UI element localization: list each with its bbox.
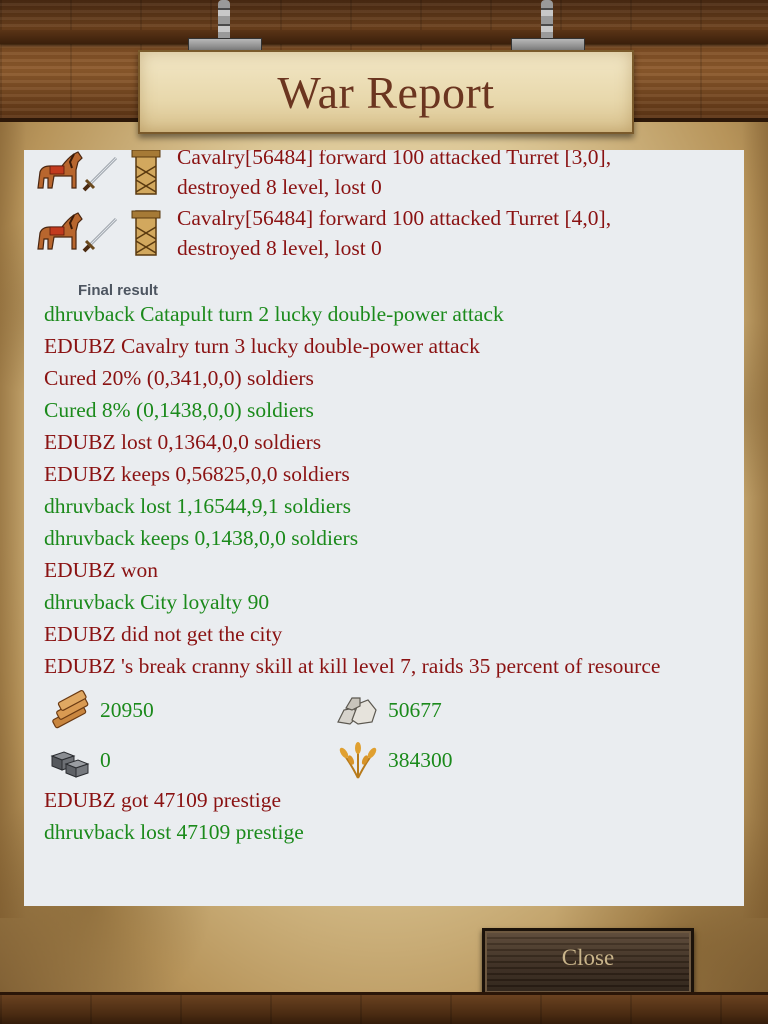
sword-icon: [82, 217, 118, 253]
wood-icon: [52, 690, 89, 729]
horse-icon: [37, 212, 83, 250]
resource-value: 384300: [388, 748, 453, 772]
sword-icon: [82, 156, 118, 192]
right-frame: [742, 118, 768, 918]
wheat-icon: [339, 742, 377, 779]
result-line: EDUBZ Cavalry turn 3 lucky double-power …: [44, 334, 480, 358]
result-line: EDUBZ did not get the city: [44, 622, 283, 646]
result-line: dhruvback City loyalty 90: [44, 590, 270, 614]
battle-icons: [32, 209, 172, 259]
turret-icon: [131, 150, 161, 195]
battle-log-line: destroyed 8 level, lost 0: [177, 236, 382, 260]
resource-value: 20950: [100, 698, 154, 722]
iron-icon: [50, 751, 90, 778]
prestige-line: dhruvback lost 47109 prestige: [44, 820, 304, 844]
battle-log-line: Cavalry[56484] forward 100 attacked Turr…: [177, 206, 612, 230]
close-button[interactable]: Close: [482, 928, 694, 996]
battle-log-text: Cavalry[56484] forward 100 attacked Turr…: [177, 203, 611, 263]
result-line: EDUBZ won: [44, 558, 159, 582]
resource-value: 0: [100, 748, 111, 772]
top-rail: [0, 30, 768, 44]
result-line: Cured 20% (0,341,0,0) soldiers: [44, 366, 314, 390]
battle-icons: [32, 150, 172, 198]
result-line: EDUBZ 's break cranny skill at kill leve…: [44, 654, 661, 678]
battle-log-line: destroyed 8 level, lost 0: [177, 175, 382, 199]
battle-log-text: Cavalry[56484] forward 100 attacked Turr…: [177, 150, 611, 202]
turret-icon: [131, 210, 161, 256]
close-button-label: Close: [561, 945, 615, 970]
result-line: dhruvback lost 1,16544,9,1 soldiers: [44, 494, 351, 518]
left-frame: [0, 118, 26, 918]
battle-log-entry: Cavalry[56484] forward 100 attacked Turr…: [24, 203, 744, 265]
stone-icon: [337, 697, 377, 725]
result-line: dhruvback keeps 0,1438,0,0 soldiers: [44, 526, 359, 550]
result-line: EDUBZ lost 0,1364,0,0 soldiers: [44, 430, 322, 454]
final-result-label: Final result: [78, 282, 159, 299]
result-line: dhruvback Catapult turn 2 lucky double-p…: [44, 302, 504, 326]
report-panel[interactable]: Cavalry[56484] forward 100 attacked Turr…: [24, 150, 744, 906]
horse-icon: [37, 151, 83, 189]
result-line: EDUBZ keeps 0,56825,0,0 soldiers: [44, 462, 350, 486]
window-title: War Report: [277, 67, 495, 118]
battle-log-entry: Cavalry[56484] forward 100 attacked Turr…: [24, 150, 744, 204]
title-plaque: War Report: [138, 50, 634, 134]
prestige-line: EDUBZ got 47109 prestige: [44, 788, 282, 812]
bottom-wood-beam: [0, 992, 768, 1024]
result-line: Cured 8% (0,1438,0,0) soldiers: [44, 398, 314, 422]
battle-log-line: Cavalry[56484] forward 100 attacked Turr…: [177, 150, 612, 169]
resource-value: 50677: [388, 698, 442, 722]
